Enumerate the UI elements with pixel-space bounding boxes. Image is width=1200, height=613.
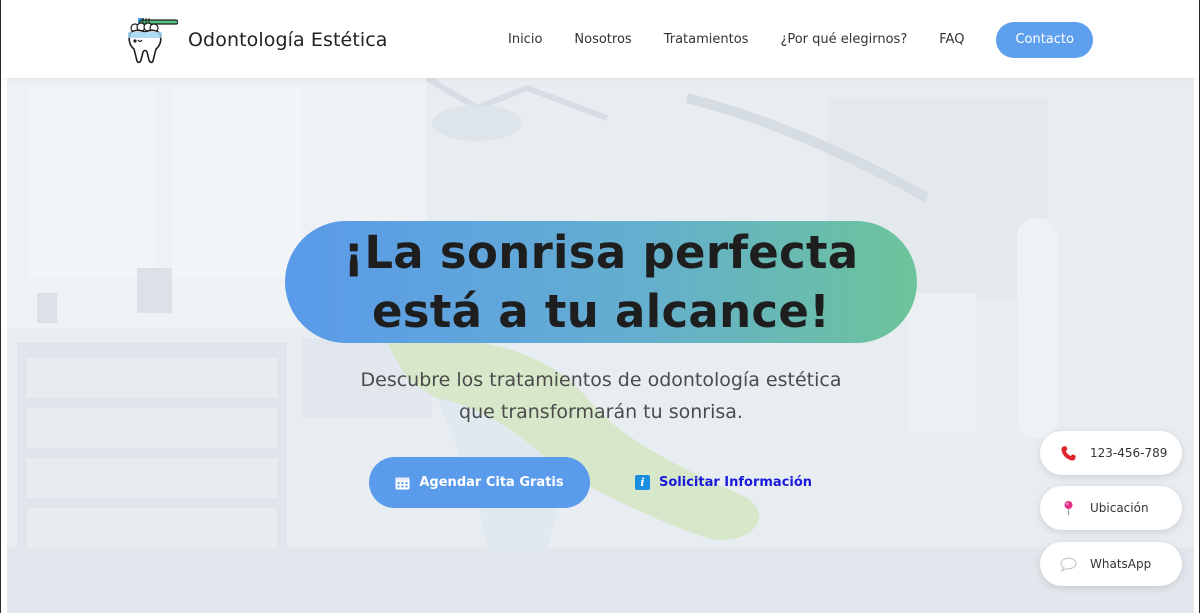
hero-headline: ¡La sonrisa perfecta está a tu alcance! bbox=[285, 223, 917, 341]
schedule-appointment-button[interactable]: Agendar Cita Gratis bbox=[369, 457, 590, 508]
tooth-with-toothbrush-icon bbox=[128, 18, 178, 64]
location-float-button[interactable]: Ubicación bbox=[1040, 486, 1182, 530]
pushpin-icon bbox=[1064, 500, 1073, 515]
location-label: Ubicación bbox=[1090, 501, 1149, 515]
nav-link-tratamientos[interactable]: Tratamientos bbox=[664, 22, 749, 58]
window-edge-left bbox=[0, 0, 1, 613]
request-information-link[interactable]: i Solicitar Información bbox=[635, 457, 812, 508]
brand[interactable]: Odontología Estética bbox=[126, 16, 388, 64]
hero-subtitle-line-1: Descubre los tratamientos de odontología… bbox=[360, 369, 842, 391]
calendar-icon bbox=[395, 477, 410, 489]
hero-subtitle-line-2: que transformarán tu sonrisa. bbox=[459, 401, 743, 423]
whatsapp-float-button[interactable]: WhatsApp bbox=[1040, 542, 1182, 586]
hero-subtitle: Descubre los tratamientos de odontología… bbox=[337, 364, 865, 428]
contact-button[interactable]: Contacto bbox=[996, 22, 1093, 58]
phone-float-button[interactable]: 123-456-789 bbox=[1040, 431, 1182, 475]
request-information-label: Solicitar Información bbox=[659, 475, 813, 490]
hero-section: ¡La sonrisa perfecta está a tu alcance! … bbox=[7, 78, 1194, 613]
schedule-appointment-label: Agendar Cita Gratis bbox=[419, 475, 564, 490]
chat-bubble-icon bbox=[1060, 557, 1077, 572]
main-nav: Inicio Nosotros Tratamientos ¿Por qué el… bbox=[508, 22, 1093, 58]
brand-name: Odontología Estética bbox=[188, 29, 388, 51]
phone-icon bbox=[1061, 445, 1076, 461]
phone-label: 123-456-789 bbox=[1090, 446, 1168, 460]
hero-headline-line-1: ¡La sonrisa perfecta bbox=[343, 226, 859, 279]
nav-link-inicio[interactable]: Inicio bbox=[508, 22, 542, 58]
hero-headline-line-2: está a tu alcance! bbox=[371, 285, 831, 338]
nav-link-por-que-elegirnos[interactable]: ¿Por qué elegirnos? bbox=[780, 22, 907, 58]
info-icon: i bbox=[635, 475, 650, 490]
whatsapp-label: WhatsApp bbox=[1090, 557, 1152, 571]
hero-overlay bbox=[7, 78, 1194, 613]
site-header: Odontología Estética Inicio Nosotros Tra… bbox=[0, 0, 1200, 78]
nav-link-nosotros[interactable]: Nosotros bbox=[574, 22, 631, 58]
nav-link-faq[interactable]: FAQ bbox=[939, 22, 964, 58]
